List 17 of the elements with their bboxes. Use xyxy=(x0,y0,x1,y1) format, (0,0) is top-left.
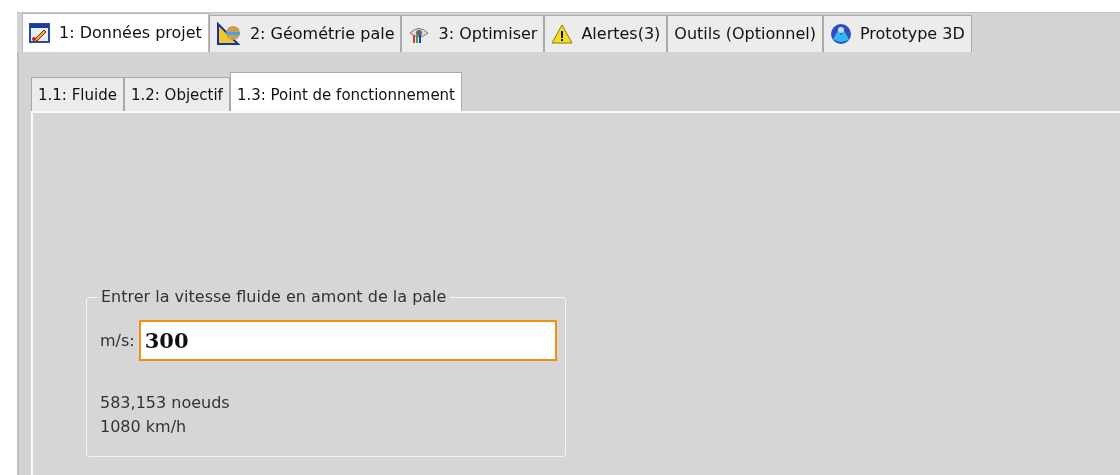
tab[interactable]: 1.3: Point de fonctionnement xyxy=(229,72,462,111)
document-pencil-icon xyxy=(29,22,51,44)
tab[interactable]: 1.1: Fluide xyxy=(31,77,124,111)
tab[interactable]: Prototype 3D xyxy=(823,15,972,52)
tab[interactable]: 1.2: Objectif xyxy=(123,77,230,111)
tab[interactable]: Outils (Optionnel) xyxy=(667,15,823,52)
blade-landscape-icon xyxy=(215,22,242,46)
globe-icon xyxy=(830,23,852,45)
tab[interactable]: 1: Données projet xyxy=(22,13,209,52)
speed-input-field[interactable]: 300 xyxy=(138,320,557,361)
warning-icon xyxy=(551,24,574,44)
tab[interactable]: 3: Optimiser xyxy=(401,15,545,52)
speed-readout: 583,153 noeuds xyxy=(100,392,231,414)
unit-label: m/s: xyxy=(100,329,135,352)
tab[interactable]: Alertes(3) xyxy=(544,15,668,52)
tab[interactable]: 2: Géométrie pale xyxy=(208,15,402,52)
speed-readout: 1080 km/h xyxy=(100,416,188,438)
